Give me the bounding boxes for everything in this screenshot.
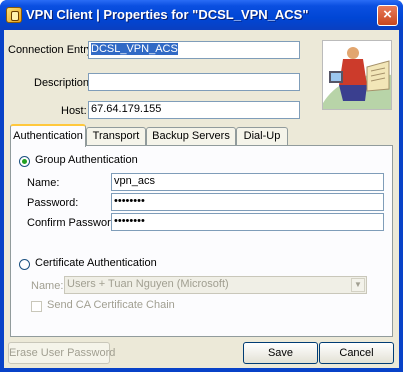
save-button[interactable]: Save — [243, 342, 318, 364]
tab-authentication[interactable]: Authentication — [10, 124, 86, 147]
certificate-name-label: Name: — [31, 280, 64, 292]
confirm-password-label: Confirm Password: — [27, 217, 120, 229]
person-at-computer-icon — [323, 41, 391, 109]
title-bar[interactable]: VPN Client | Properties for "DCSL_VPN_AC… — [0, 0, 403, 30]
tab-dial-up[interactable]: Dial-Up — [236, 127, 288, 146]
tab-transport[interactable]: Transport — [86, 127, 146, 146]
description-label: Description: — [34, 77, 93, 89]
connection-entry-label: Connection Entry: — [8, 44, 96, 56]
cancel-button[interactable]: Cancel — [319, 342, 394, 364]
password-label: Password: — [27, 197, 79, 209]
confirm-password-field[interactable]: •••••••• — [111, 213, 384, 231]
password-field[interactable]: •••••••• — [111, 193, 384, 211]
tab-backup-servers[interactable]: Backup Servers — [146, 127, 236, 146]
certificate-auth-label: Certificate Authentication — [35, 257, 157, 269]
host-label: Host: — [61, 105, 87, 117]
window-title: VPN Client | Properties for "DCSL_VPN_AC… — [26, 7, 309, 22]
chevron-down-icon[interactable]: ▼ — [351, 278, 365, 292]
authentication-panel: Group Authentication Name: vpn_acs Passw… — [10, 145, 393, 337]
group-auth-radio[interactable] — [19, 156, 30, 167]
certificate-name-dropdown[interactable]: Users + Tuan Nguyen (Microsoft) ▼ — [64, 276, 367, 294]
vpn-client-logo-image — [322, 40, 392, 110]
dialog-body: Connection Entry: DCSL_VPN_ACS Descripti… — [4, 30, 399, 368]
close-button[interactable]: × — [377, 5, 398, 26]
vpn-lock-icon — [6, 7, 22, 23]
certificate-auth-radio[interactable] — [19, 259, 30, 270]
description-field[interactable] — [88, 73, 300, 91]
group-name-field[interactable]: vpn_acs — [111, 173, 384, 191]
group-auth-label: Group Authentication — [35, 154, 138, 166]
name-label: Name: — [27, 177, 60, 189]
send-ca-chain-checkbox[interactable] — [31, 301, 42, 312]
host-field[interactable]: 67.64.179.155 — [88, 101, 300, 119]
connection-entry-field[interactable]: DCSL_VPN_ACS — [88, 41, 300, 59]
properties-window: VPN Client | Properties for "DCSL_VPN_AC… — [0, 0, 403, 372]
erase-user-password-button[interactable]: Erase User Password — [8, 342, 115, 364]
send-ca-chain-label: Send CA Certificate Chain — [47, 299, 175, 311]
